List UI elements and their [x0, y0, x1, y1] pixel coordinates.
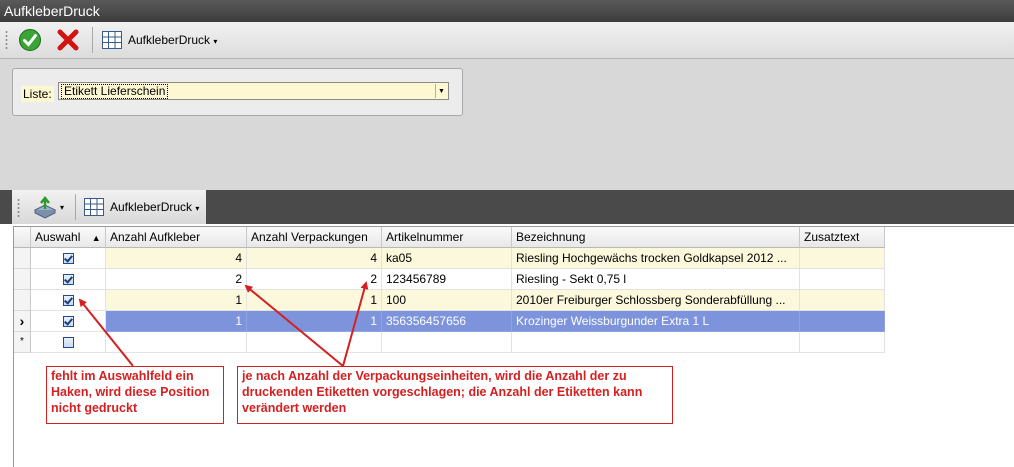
toolbar-grip[interactable] [17, 198, 20, 218]
table-row[interactable]: 2 2 123456789 Riesling - Sekt 0,75 l [14, 269, 885, 290]
auswahl-cell[interactable] [31, 269, 106, 290]
anzahl-verpackungen-cell: 1 [247, 290, 382, 311]
annotation-callout-selection: fehlt im Auswahlfeld ein Haken, wird die… [46, 366, 224, 424]
column-header-anzahl-aufkleber[interactable]: Anzahl Aufkleber [106, 227, 247, 248]
artikelnummer-cell[interactable] [382, 332, 512, 353]
list-combobox-value: Etikett Lieferschein [61, 84, 169, 99]
table-row[interactable]: 1 1 100 2010er Freiburger Schlossberg So… [14, 290, 885, 311]
chevron-down-icon[interactable]: ▼ [435, 84, 447, 98]
confirm-icon [19, 29, 41, 51]
export-button[interactable]: ▾ [28, 194, 68, 220]
table-row[interactable]: 4 4 ka05 Riesling Hochgewächs trocken Go… [14, 248, 885, 269]
layout-menu-label: AufkleberDruck [128, 33, 211, 47]
toolbar-separator [75, 194, 76, 220]
layout-button[interactable] [100, 29, 124, 51]
row-header-corner [14, 227, 31, 248]
anzahl-verpackungen-cell: 4 [247, 248, 382, 269]
data-grid: Auswahl ▲ Anzahl Aufkleber Anzahl Verpac… [13, 226, 1014, 467]
toolbar-grip[interactable] [5, 30, 8, 50]
zusatztext-cell[interactable] [800, 290, 885, 311]
anzahl-verpackungen-cell: 1 [247, 311, 382, 332]
layout-menu[interactable]: AufkleberDruck ▾ [128, 33, 217, 47]
column-header-zusatztext[interactable]: Zusatztext [800, 227, 885, 248]
selection-checkbox[interactable] [62, 337, 74, 348]
zusatztext-cell[interactable] [800, 269, 885, 290]
cancel-button[interactable] [54, 26, 82, 54]
confirm-button[interactable] [16, 26, 44, 54]
anzahl-aufkleber-cell[interactable]: 2 [106, 269, 247, 290]
zusatztext-cell[interactable] [800, 311, 885, 332]
export-icon [33, 195, 57, 219]
toolbar-separator [92, 27, 93, 53]
artikelnummer-cell: 123456789 [382, 269, 512, 290]
new-row-indicator[interactable]: * [14, 332, 31, 353]
selection-checkbox[interactable] [62, 274, 74, 285]
window-title: AufkleberDruck [0, 0, 1014, 22]
grid-layout-button[interactable] [82, 196, 106, 218]
selection-checkbox[interactable] [62, 295, 74, 306]
artikelnummer-cell: ka05 [382, 248, 512, 269]
grid-layout-menu-label: AufkleberDruck [110, 200, 193, 214]
auswahl-cell[interactable] [31, 248, 106, 269]
row-selector[interactable] [14, 290, 31, 311]
grid-toolbar: ▾ AufkleberDruck ▾ [12, 190, 206, 224]
filter-panel: Liste: Etikett Lieferschein ▼ [0, 59, 1014, 190]
list-combobox[interactable]: Etikett Lieferschein ▼ [58, 82, 449, 100]
column-header-anzahl-verpackungen[interactable]: Anzahl Verpackungen [247, 227, 382, 248]
cancel-icon [57, 29, 79, 51]
bezeichnung-cell: Riesling - Sekt 0,75 l [512, 269, 800, 290]
auswahl-cell[interactable] [31, 290, 106, 311]
anzahl-verpackungen-cell[interactable] [247, 332, 382, 353]
artikelnummer-cell: 356356457656 [382, 311, 512, 332]
table-row-selected[interactable]: › 1 1 356356457656 Krozinger Weissburgun… [14, 311, 885, 332]
anzahl-verpackungen-cell: 2 [247, 269, 382, 290]
bezeichnung-cell[interactable] [512, 332, 800, 353]
row-selector[interactable] [14, 248, 31, 269]
zusatztext-cell[interactable] [800, 248, 885, 269]
chevron-down-icon: ▾ [213, 37, 218, 46]
list-label: Liste: [21, 86, 54, 102]
chevron-down-icon: ▾ [195, 204, 200, 213]
current-row-indicator[interactable]: › [14, 311, 31, 332]
column-header-artikelnummer[interactable]: Artikelnummer [382, 227, 512, 248]
main-toolbar: AufkleberDruck ▾ [0, 22, 1014, 59]
bezeichnung-cell: Riesling Hochgewächs trocken Goldkapsel … [512, 248, 800, 269]
grid-icon [84, 198, 104, 216]
column-header-label: Auswahl [35, 230, 81, 244]
list-groupbox: Liste: Etikett Lieferschein ▼ [12, 68, 463, 116]
anzahl-aufkleber-cell[interactable]: 4 [106, 248, 247, 269]
auswahl-cell[interactable] [31, 311, 106, 332]
new-row[interactable]: * [14, 332, 885, 353]
grid-layout-menu[interactable]: AufkleberDruck ▾ [110, 200, 199, 214]
bezeichnung-cell: 2010er Freiburger Schlossberg Sonderabfü… [512, 290, 800, 311]
auswahl-cell[interactable] [31, 332, 106, 353]
column-header-auswahl[interactable]: Auswahl ▲ [31, 227, 106, 248]
column-header-bezeichnung[interactable]: Bezeichnung [512, 227, 800, 248]
sort-ascending-icon: ▲ [91, 233, 101, 243]
row-selector[interactable] [14, 269, 31, 290]
annotation-callout-quantity: je nach Anzahl der Verpackungseinheiten,… [237, 366, 673, 424]
selection-checkbox[interactable] [62, 316, 74, 327]
selection-checkbox[interactable] [62, 253, 74, 264]
bezeichnung-cell: Krozinger Weissburgunder Extra 1 L [512, 311, 800, 332]
zusatztext-cell[interactable] [800, 332, 885, 353]
chevron-down-icon: ▾ [59, 202, 64, 212]
anzahl-aufkleber-cell[interactable] [106, 332, 247, 353]
grid-icon [102, 31, 122, 49]
anzahl-aufkleber-cell[interactable]: 1 [106, 290, 247, 311]
anzahl-aufkleber-cell[interactable]: 1 [106, 311, 247, 332]
artikelnummer-cell: 100 [382, 290, 512, 311]
